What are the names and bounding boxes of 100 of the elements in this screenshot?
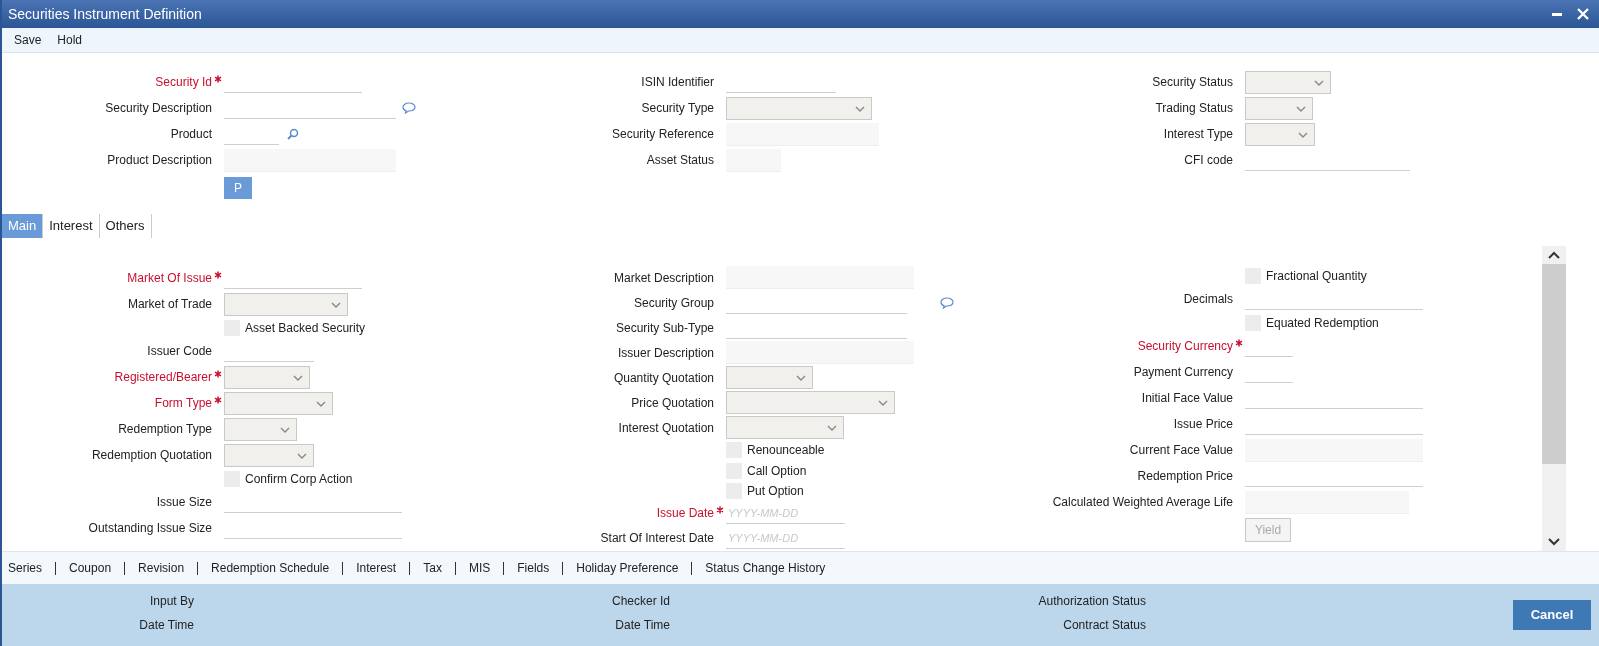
chevron-icon [331, 301, 341, 309]
audit-label: Input By [149, 593, 194, 609]
required-icon [214, 271, 222, 279]
checkbox-label: Put Option [747, 482, 804, 500]
field-label: Market Description [613, 269, 714, 287]
select-field[interactable] [224, 365, 310, 389]
field-label: Current Face Value [1129, 442, 1233, 459]
checkbox-label: Call Option [747, 462, 807, 480]
select-field[interactable] [726, 96, 872, 120]
field-label: Interest Type [1163, 126, 1233, 143]
select-field[interactable] [224, 443, 314, 467]
subsystem-link[interactable]: Status Change History [705, 559, 826, 577]
toolbar-button[interactable]: Hold [51, 29, 89, 51]
field-label: Issuer Description [617, 344, 714, 362]
subsystem-link[interactable]: Series [8, 559, 42, 577]
field-label: Asset Status [646, 152, 714, 169]
chevron-icon [1314, 79, 1324, 87]
chevron-icon [1296, 105, 1306, 113]
audit-label: Checker Id [611, 593, 670, 609]
chevron-icon [280, 426, 290, 434]
field-label: ISIN Identifier [641, 74, 714, 91]
field-label: Security Reference [611, 126, 714, 143]
select-field[interactable] [726, 391, 895, 415]
field-label: Market Of Issue [127, 270, 212, 287]
subsystem-link[interactable]: Revision [138, 559, 185, 577]
required-icon [214, 370, 222, 378]
field-label: Issue Size [156, 494, 212, 511]
select-field[interactable] [726, 416, 844, 440]
field-label: Form Type [154, 395, 212, 412]
scrollbar[interactable] [1542, 246, 1566, 551]
select-field[interactable] [1245, 70, 1331, 94]
field-label: CFI code [1184, 152, 1233, 169]
chevron-icon [293, 374, 303, 382]
required-icon [1235, 339, 1243, 347]
checkbox-label: Confirm Corp Action [245, 470, 353, 488]
field-label: Issuer Code [147, 343, 212, 360]
toolbar-button[interactable]: Save [8, 29, 48, 51]
field-label: Start Of Interest Date [600, 530, 714, 548]
comment-icon[interactable] [940, 296, 954, 309]
field-label: Security Sub-Type [615, 319, 714, 337]
chevron-icon [827, 425, 837, 433]
chevron-icon [796, 375, 806, 383]
subsystem-link[interactable]: Holiday Preference [576, 559, 679, 577]
required-icon [214, 396, 222, 404]
field-label: Redemption Type [118, 421, 212, 438]
field-label: Registered/Bearer [114, 369, 212, 386]
field-label: Decimals [1183, 291, 1233, 308]
audit-label: Date Time [615, 617, 670, 633]
field-label: Interest Quotation [618, 419, 714, 437]
field-label: Security Description [105, 100, 212, 117]
close-icon[interactable] [1577, 8, 1589, 20]
field-label: Security Type [641, 100, 714, 117]
chevron-icon [855, 105, 865, 113]
subsystem-link[interactable]: Interest [356, 559, 397, 577]
field-label: Issue Date [656, 505, 714, 523]
field-label: Redemption Quotation [91, 447, 212, 464]
field-label: Quantity Quotation [613, 369, 714, 387]
audit-label: Authorization Status [1038, 593, 1146, 609]
field-label: Security Group [633, 294, 714, 312]
field-label: Price Quotation [631, 394, 714, 412]
checkbox-label: Fractional Quantity [1266, 267, 1367, 285]
select-field[interactable] [224, 391, 333, 415]
field-label: Product Description [107, 152, 212, 169]
field-label: Trading Status [1155, 100, 1233, 117]
required-icon [716, 506, 724, 515]
checkbox-label: Renounceable [747, 442, 825, 460]
cancel-button[interactable]: Cancel [1513, 600, 1591, 630]
field-label: Calculated Weighted Average Life [1052, 494, 1233, 511]
field-label: Issue Price [1173, 416, 1233, 433]
field-label: Security Status [1152, 74, 1233, 91]
field-label: Market of Trade [127, 296, 212, 313]
checkbox-label: Asset Backed Security [245, 319, 366, 337]
subsystem-link[interactable]: MIS [468, 559, 491, 577]
select-field[interactable] [1245, 96, 1313, 120]
search-icon[interactable] [287, 128, 299, 140]
subsystem-link[interactable]: Fields [517, 559, 550, 577]
field-label: Security Currency [1137, 338, 1233, 355]
chevron-icon [297, 452, 307, 460]
field-label: Outstanding Issue Size [88, 520, 212, 537]
select-field[interactable] [1245, 122, 1315, 146]
window-title: Securities Instrument Definition [8, 4, 202, 24]
subsystem-link[interactable]: Coupon [69, 559, 112, 577]
field-label: Initial Face Value [1141, 390, 1233, 407]
chevron-icon [1298, 131, 1308, 139]
readonly-field[interactable] [726, 341, 914, 365]
chevron-icon [878, 400, 888, 408]
chevron-icon [316, 400, 326, 408]
required-icon [214, 75, 222, 83]
select-field[interactable] [224, 417, 297, 441]
checkbox-label: Equated Redemption [1266, 314, 1379, 332]
field-label: Product [170, 126, 212, 143]
subsystem-link[interactable]: Tax [423, 559, 442, 577]
scrollbar-thumb[interactable] [1542, 264, 1566, 464]
select-field[interactable] [726, 366, 813, 390]
subsystem-link[interactable]: Redemption Schedule [211, 559, 330, 577]
audit-label: Date Time [139, 617, 194, 633]
audit-label: Contract Status [1063, 617, 1146, 633]
field-label: Security Id [155, 74, 212, 91]
select-field[interactable] [224, 292, 348, 316]
comment-icon[interactable] [402, 102, 416, 114]
